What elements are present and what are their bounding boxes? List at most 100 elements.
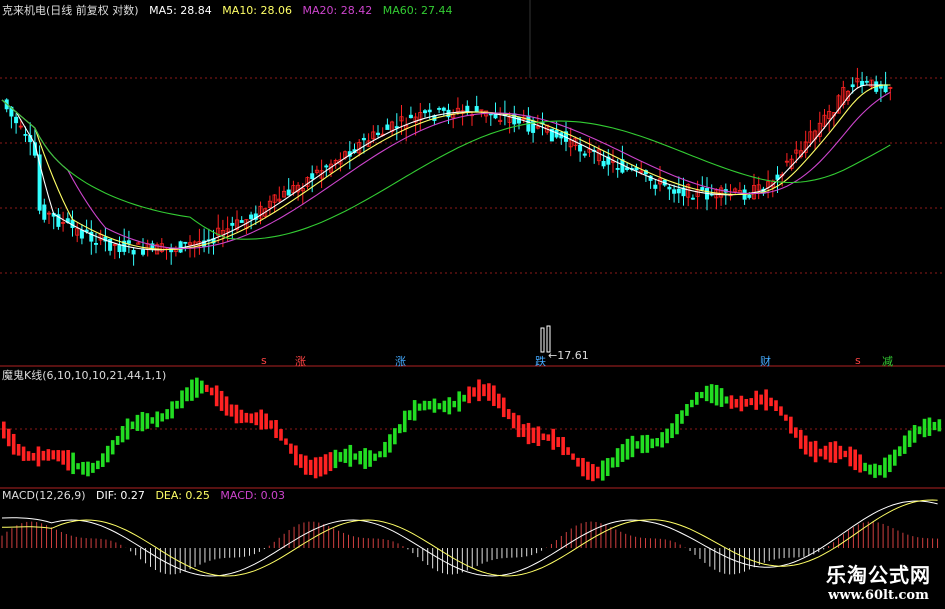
event-marker-rise[interactable]: 涨	[295, 353, 306, 369]
candle-body	[465, 105, 470, 113]
indicator-bar	[140, 411, 145, 432]
indicator-bar	[709, 384, 714, 404]
indicator-bar	[734, 399, 739, 408]
indicator-bar	[828, 442, 833, 463]
ma20-label: MA20: 28.42	[302, 4, 373, 17]
indicator-bar	[96, 460, 100, 470]
indicator-bar	[808, 441, 813, 457]
indicator-bar	[303, 455, 308, 475]
indicator-bar	[130, 421, 135, 429]
indicator-bar	[160, 413, 164, 422]
site-watermark: 乐淘公式网 www.60lt.com	[826, 559, 931, 603]
event-marker-reduce[interactable]: 减	[882, 353, 893, 369]
chart-canvas[interactable]	[0, 0, 945, 609]
indicator-bar	[823, 445, 828, 460]
indicator-bar	[863, 462, 867, 472]
event-marker-rise-2[interactable]: 涨	[395, 353, 406, 369]
indicator-bar	[888, 454, 892, 473]
candle-body	[427, 109, 432, 113]
indicator-bar	[368, 450, 372, 467]
marker-dot-2[interactable]: s	[855, 354, 861, 367]
indicator-bar	[625, 438, 630, 460]
indicator-bar	[610, 457, 615, 468]
ma-line	[1, 84, 891, 251]
indicator-bar	[284, 438, 288, 445]
indicator-bar	[581, 457, 585, 477]
indicator-bar	[229, 404, 234, 417]
indicator-bar	[234, 404, 239, 424]
indicator-bar	[81, 461, 85, 475]
indicator-bar	[412, 400, 417, 421]
indicator-bar	[462, 394, 466, 402]
indicator-bar	[813, 440, 818, 463]
indicator-bar	[511, 412, 516, 429]
indicator-bar	[21, 446, 26, 461]
candle-body	[437, 108, 442, 110]
indicator-bar	[219, 390, 224, 411]
indicator-bar	[328, 452, 333, 472]
indicator-bar	[932, 421, 937, 431]
indicator-bar	[635, 441, 640, 449]
candle-body	[310, 173, 315, 180]
indicator-bar	[11, 433, 16, 455]
indicator-bar	[6, 428, 11, 447]
indicator-bar	[417, 403, 422, 411]
indicator-bar	[447, 397, 452, 415]
indicator-bar	[86, 461, 90, 477]
indicator-bar	[596, 466, 600, 479]
indicator-bar	[477, 379, 481, 402]
candle-body	[361, 137, 366, 141]
indicator-bar	[645, 434, 650, 453]
indicator-bar	[759, 394, 763, 405]
indicator-bar	[26, 451, 31, 461]
marker-dot[interactable]: s	[261, 354, 267, 367]
indicator-bar	[190, 379, 194, 401]
candle-body	[385, 124, 390, 130]
watermark-url: www.60lt.com	[828, 588, 929, 603]
price-header: 克来机电(日线 前复权 对数) MA5: 28.84 MA10: 28.06 M…	[2, 4, 459, 18]
candle-body	[601, 160, 606, 167]
indicator-bar	[794, 427, 798, 438]
event-marker-fall[interactable]: 跌	[535, 353, 546, 369]
watermark-cn: 乐淘公式网	[826, 563, 931, 587]
indicator-bar	[912, 425, 917, 443]
indicator-bar	[274, 419, 278, 439]
indicator-bar	[922, 418, 927, 438]
indicator-bar	[398, 424, 402, 434]
indicator-bar	[675, 414, 679, 435]
indicator-bar	[937, 419, 942, 432]
event-marker-finance[interactable]: 财	[760, 353, 771, 369]
indicator-bar	[506, 409, 511, 420]
candle-body	[79, 229, 84, 239]
dif-label: DIF: 0.27	[96, 489, 145, 502]
indicator-bar	[690, 399, 694, 408]
indicator-bar	[868, 464, 872, 475]
candle-body	[140, 249, 145, 255]
indicator-bar	[313, 457, 318, 479]
indicator-bar	[630, 435, 635, 458]
indicator-bar	[269, 420, 273, 429]
price-candles[interactable]	[4, 67, 893, 353]
indicator-bar	[591, 464, 595, 482]
ma5-label: MA5: 28.84	[149, 4, 212, 17]
stock-title: 克来机电(日线 前复权 对数)	[2, 4, 139, 17]
candle-body	[126, 240, 131, 244]
indicator-bar	[353, 453, 358, 460]
indicator-bar	[150, 417, 155, 424]
candle-body	[850, 84, 855, 88]
indicator-bar	[442, 400, 447, 413]
indicator-bar	[155, 411, 160, 428]
indicator-bar	[907, 430, 912, 448]
candle-body	[676, 188, 681, 194]
indicator-bar	[289, 443, 293, 454]
indicator-bar	[784, 414, 788, 421]
indicator-bar	[66, 450, 70, 471]
indicator-bar	[501, 397, 506, 418]
candle-body	[700, 187, 705, 191]
indicator-bar	[843, 450, 848, 458]
indicator-bar	[586, 461, 590, 480]
indicator-bar	[605, 458, 610, 477]
indicator-bar	[655, 438, 659, 447]
candle-body	[690, 197, 695, 200]
candle-body	[672, 189, 677, 194]
